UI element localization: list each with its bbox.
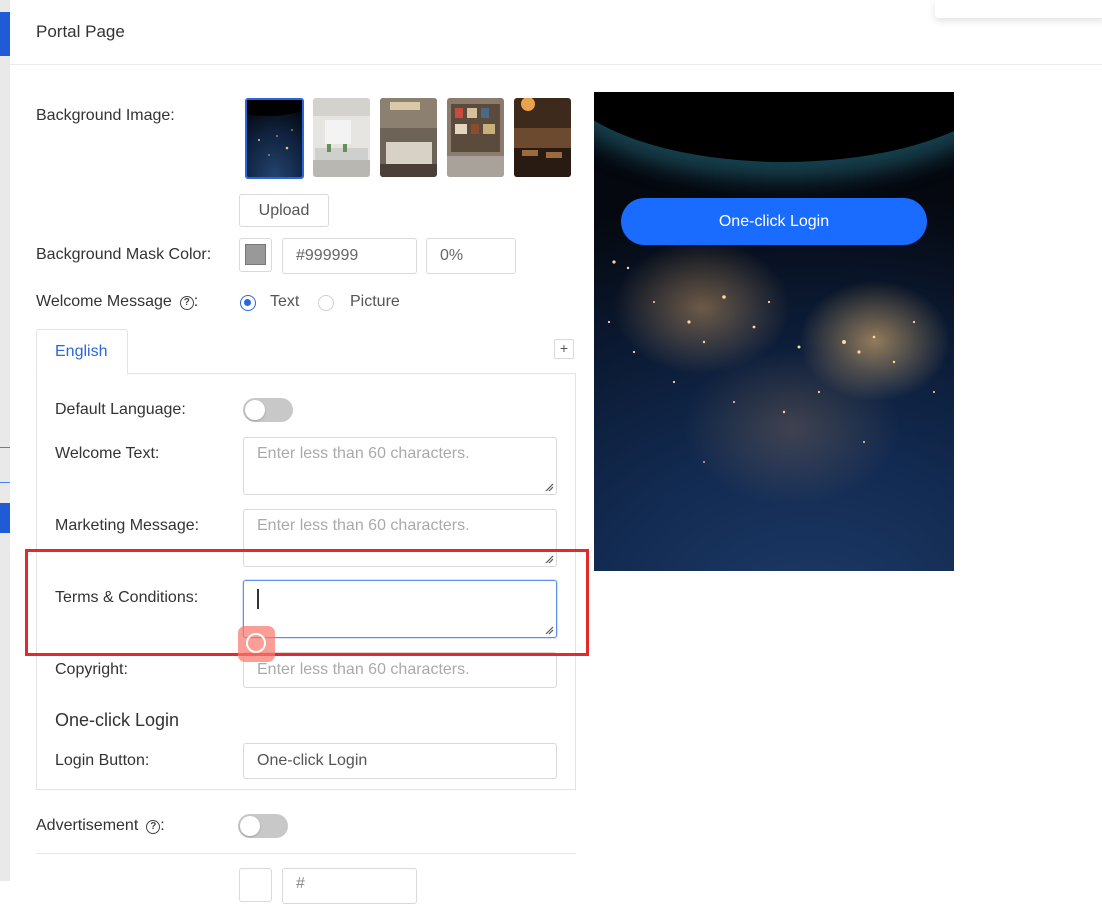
default-language-label: Default Language:	[55, 401, 186, 418]
click-indicator	[238, 626, 275, 662]
add-language-button[interactable]: +	[554, 339, 574, 359]
background-thumb-meeting-room[interactable]	[313, 98, 370, 177]
login-button-text-input[interactable]: One-click Login	[243, 743, 557, 779]
marketing-message-placeholder: Enter less than 60 characters.	[257, 517, 470, 534]
default-language-toggle[interactable]	[243, 398, 293, 422]
background-nav-item	[0, 503, 10, 533]
welcome-text-color-input[interactable]: #	[282, 868, 417, 904]
city-lights-overlay	[607, 240, 935, 463]
welcome-message-label: Welcome Message?:	[36, 293, 198, 311]
welcome-text-color-value: #	[296, 875, 305, 892]
welcome-type-text-label[interactable]: Text	[270, 293, 299, 311]
background-page-strip	[0, 0, 10, 881]
upload-button[interactable]: Upload	[239, 194, 329, 227]
background-thumb-hotel-room[interactable]	[380, 98, 437, 177]
mask-color-hex-input[interactable]: #999999	[282, 238, 417, 274]
dropdown-popup-edge	[935, 0, 1102, 18]
mask-color-swatch	[245, 244, 266, 265]
portal-preview: One-click Login	[594, 92, 954, 571]
mask-color-label: Background Mask Color:	[36, 246, 212, 263]
tab-english[interactable]: English	[36, 329, 128, 375]
panel-title: Portal Page	[36, 22, 125, 41]
mask-color-hex-value: #999999	[296, 247, 359, 264]
tab-english-label: English	[55, 343, 108, 360]
background-divider	[0, 447, 10, 448]
background-thumb-earth[interactable]	[245, 98, 304, 179]
welcome-message-label-text: Welcome Message	[36, 293, 172, 310]
section-divider	[36, 853, 576, 854]
advertisement-label-text: Advertisement	[36, 817, 139, 834]
welcome-type-text-radio[interactable]	[240, 295, 256, 311]
background-thumb-bookshelf-cafe[interactable]	[447, 98, 504, 177]
welcome-text-placeholder: Enter less than 60 characters.	[257, 445, 470, 462]
earth-thumbnail	[247, 100, 302, 177]
mask-opacity-value: 0%	[440, 247, 464, 264]
resize-handle-icon[interactable]	[544, 482, 554, 492]
marketing-message-label: Marketing Message:	[55, 517, 200, 534]
background-nav-item	[0, 12, 10, 56]
help-icon[interactable]: ?	[179, 296, 194, 310]
portal-page-panel: Portal Page Background Image: Upload Bac…	[10, 0, 1102, 904]
welcome-message-colon: :	[193, 293, 199, 310]
preview-login-button[interactable]: One-click Login	[621, 198, 927, 245]
advertisement-label: Advertisement?:	[36, 817, 165, 835]
copyright-label: Copyright:	[55, 661, 128, 678]
one-click-login-section-title: One-click Login	[55, 710, 180, 730]
help-icon[interactable]: ?	[146, 820, 161, 834]
click-ring-icon	[246, 633, 266, 653]
advertisement-toggle[interactable]	[238, 814, 288, 838]
login-button-text-value: One-click Login	[257, 752, 368, 769]
background-thumb-restaurant[interactable]	[514, 98, 571, 177]
copyright-input[interactable]: Enter less than 60 characters.	[243, 652, 557, 688]
highlight-box	[25, 549, 589, 656]
login-button-label: Login Button:	[55, 752, 150, 769]
mask-opacity-input[interactable]: 0%	[426, 238, 516, 274]
welcome-type-picture-radio[interactable]	[318, 295, 334, 311]
welcome-type-picture-label[interactable]: Picture	[350, 293, 400, 311]
background-divider	[0, 482, 10, 483]
welcome-text-label: Welcome Text:	[55, 445, 160, 462]
mask-color-picker[interactable]	[239, 238, 272, 272]
welcome-text-color-picker[interactable]	[239, 868, 272, 902]
advertisement-colon: :	[160, 817, 165, 834]
copyright-placeholder: Enter less than 60 characters.	[257, 661, 470, 678]
background-image-label: Background Image:	[36, 107, 175, 124]
welcome-text-input[interactable]: Enter less than 60 characters.	[243, 437, 557, 495]
